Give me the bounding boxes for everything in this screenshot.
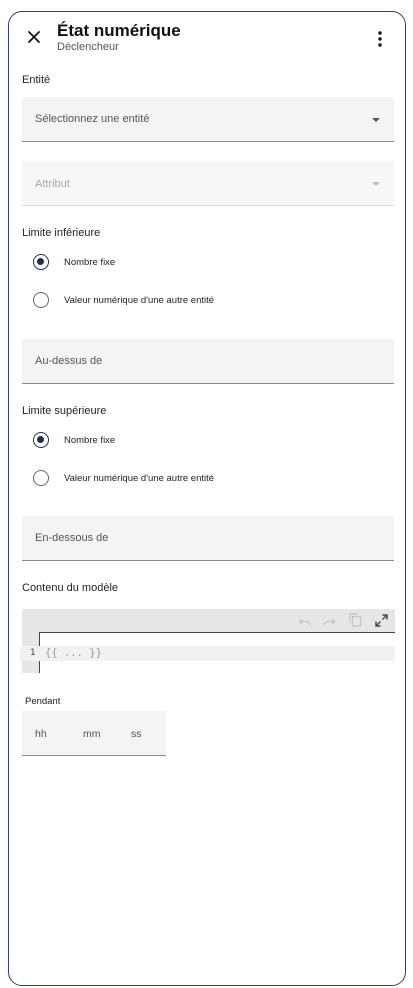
upper-fixed-radio[interactable] — [33, 432, 49, 448]
upper-fixed-label[interactable]: Nombre fixe — [64, 435, 115, 446]
lower-fixed-label[interactable]: Nombre fixe — [64, 257, 115, 268]
seconds-field[interactable]: ss — [131, 728, 142, 740]
below-placeholder: En-dessous de — [35, 532, 109, 544]
line-number: 1 — [30, 648, 36, 658]
above-placeholder: Au-dessus de — [35, 355, 103, 367]
undo-icon[interactable] — [298, 615, 312, 627]
dropdown-arrow-icon — [372, 182, 380, 186]
minutes-field[interactable]: mm — [83, 728, 101, 740]
redo-icon[interactable] — [322, 615, 336, 627]
below-input[interactable]: En-dessous de — [22, 516, 394, 561]
editor-toolbar — [22, 609, 395, 632]
attribute-placeholder: Attribut — [35, 178, 70, 190]
lower-entity-label[interactable]: Valeur numérique d'une autre entité — [64, 295, 214, 306]
trigger-panel — [8, 11, 406, 986]
lower-entity-radio[interactable] — [33, 292, 49, 308]
dialog-title: État numérique — [57, 21, 181, 40]
upper-entity-radio[interactable] — [33, 470, 49, 486]
hours-field[interactable]: hh — [35, 728, 47, 740]
entity-label: Entité — [22, 74, 51, 86]
more-vert-icon[interactable] — [374, 30, 386, 48]
duration-input[interactable]: hh mm ss — [22, 711, 166, 756]
dropdown-arrow-icon — [372, 118, 380, 122]
close-icon[interactable] — [26, 29, 42, 45]
lower-fixed-radio[interactable] — [33, 254, 49, 270]
entity-placeholder: Sélectionnez une entité — [35, 113, 150, 125]
above-input[interactable]: Au-dessus de — [22, 339, 394, 384]
lower-limit-label: Limite inférieure — [22, 227, 101, 239]
code-placeholder[interactable]: {{ ... }} — [45, 647, 102, 659]
attribute-select: Attribut — [22, 161, 394, 206]
dialog-subtitle: Déclencheur — [57, 41, 119, 53]
fullscreen-icon[interactable] — [375, 614, 388, 627]
duration-label: Pendant — [25, 696, 61, 707]
copy-icon[interactable] — [349, 613, 362, 627]
template-editor[interactable] — [22, 609, 395, 673]
template-label: Contenu du modèle — [22, 582, 119, 594]
entity-select[interactable]: Sélectionnez une entité — [22, 97, 394, 142]
upper-entity-label[interactable]: Valeur numérique d'une autre entité — [64, 473, 214, 484]
upper-limit-label: Limite supérieure — [22, 405, 107, 417]
